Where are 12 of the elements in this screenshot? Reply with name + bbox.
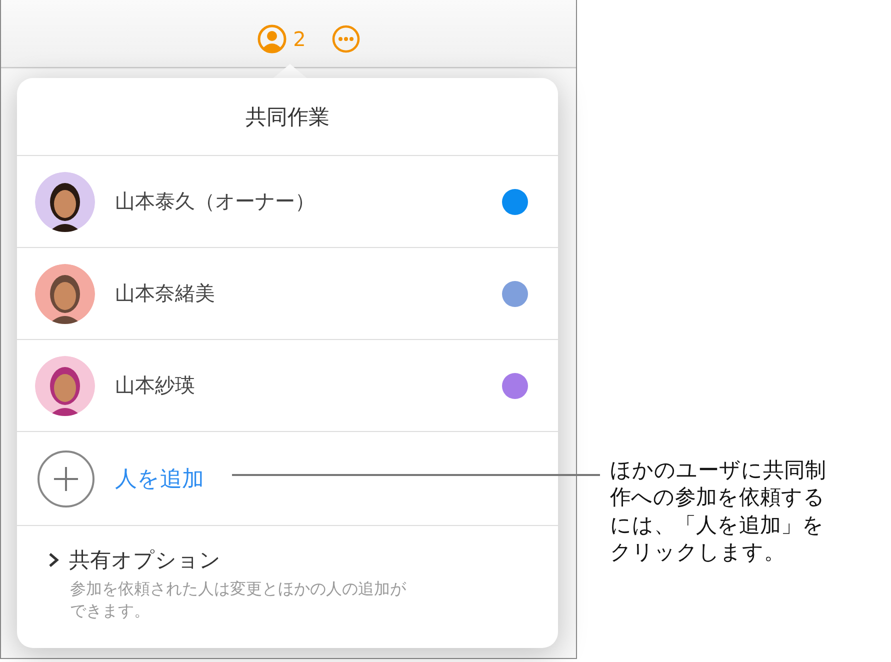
callout-text: ほかのユーザに共同制作への参加を依頼するには、「人を追加」をクリックします。 (610, 457, 827, 566)
avatar-icon (35, 172, 95, 232)
participant-name: 山本泰久（オーナー） (115, 188, 316, 215)
popover-title: 共同作業 (246, 104, 330, 130)
share-options-button[interactable]: 共有オプション (47, 546, 528, 574)
participant-name: 山本紗瑛 (115, 372, 196, 399)
share-options-description: 参加を依頼された人は変更とほかの人の追加ができます。 (69, 578, 408, 622)
add-person-link[interactable]: 人を追加 (115, 464, 204, 494)
participant-name: 山本奈緒美 (115, 280, 216, 307)
avatar-icon (35, 356, 95, 416)
avatar-icon (35, 264, 95, 324)
plus-icon[interactable] (37, 450, 95, 508)
